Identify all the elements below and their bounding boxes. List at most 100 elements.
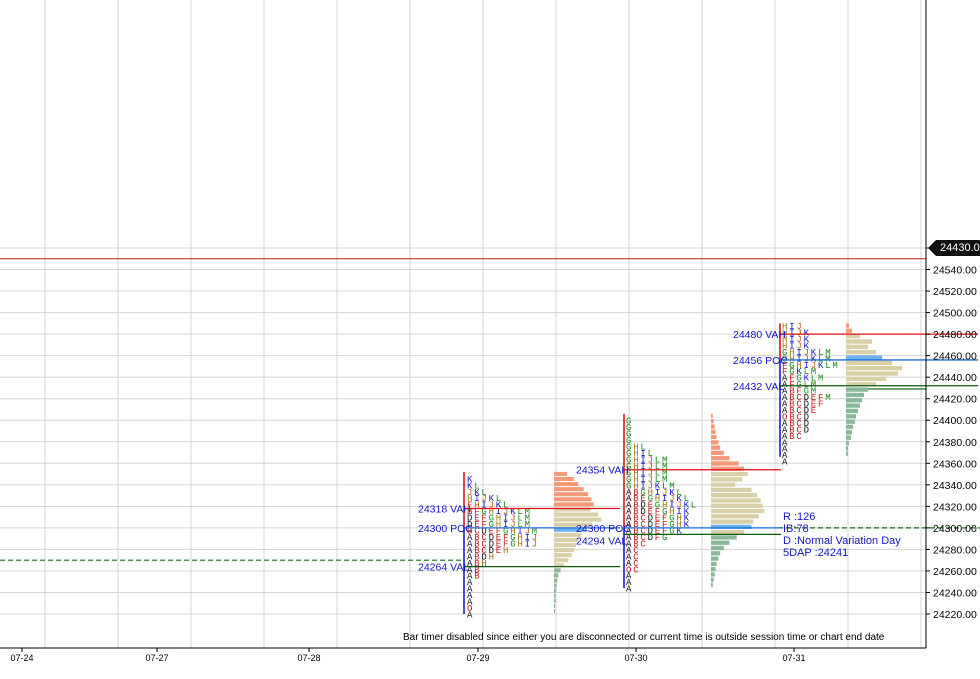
volume-bar (554, 593, 556, 598)
y-tick-label: 24220.00 (933, 609, 977, 621)
volume-bar (554, 558, 569, 563)
volume-bar (554, 517, 602, 522)
volume-bar (554, 482, 579, 487)
volume-bar (554, 583, 557, 588)
tpo-letter: I (525, 539, 530, 549)
volume-bar (846, 366, 902, 371)
tpo-letter: D (804, 425, 809, 435)
volume-bar (711, 419, 714, 424)
y-tick-label: 24240.00 (933, 587, 977, 599)
volume-bar (554, 553, 572, 558)
volume-bar (711, 582, 713, 588)
tpo-letter: H (517, 539, 522, 549)
volume-bar (846, 355, 882, 360)
volume-bar (846, 323, 849, 328)
volume-bar (554, 548, 574, 553)
tpo-row: A (626, 585, 632, 595)
volume-bar (711, 477, 743, 482)
volume-bar (711, 519, 754, 524)
x-tick-label: 07-30 (624, 653, 647, 663)
volume-bar (554, 568, 561, 573)
val-label: 24432 VAL (733, 381, 784, 393)
volume-bar (711, 540, 730, 545)
volume-bar (554, 502, 594, 507)
volume-bar (846, 414, 856, 419)
volume-bar (846, 446, 848, 451)
tpo-letter: C (633, 565, 639, 575)
volume-bar (846, 435, 851, 440)
volume-bar (711, 514, 759, 519)
volume-bar (554, 608, 556, 613)
chart-canvas[interactable]: KK LJ K LH I J K LF H I J K LB F G H I J K L MD E F G H I J L MD E F G H… (0, 0, 980, 674)
volume-bar (846, 392, 864, 398)
volume-bar (554, 512, 598, 517)
y-tick-label: 24300.00 (933, 523, 977, 535)
volume-bar (711, 487, 752, 493)
volume-bar (554, 598, 556, 603)
poc-label: 24300 POC (418, 523, 473, 535)
axes: 24220.00 24240.00 24260.00 24280.00 24300.00… (0, 0, 977, 663)
tpo-letter: E (496, 546, 501, 556)
volume-bar (711, 567, 716, 572)
last-price-badge: 24430.00 (928, 240, 980, 256)
volume-bar (711, 482, 735, 487)
volume-bar (846, 376, 886, 382)
fivedap-stat: 5DAP :24241 (783, 547, 849, 559)
volume-bar (711, 413, 713, 419)
day-type-stat: D :Normal Variation Day (783, 535, 901, 547)
val-label: 24264 VAL (418, 562, 469, 574)
ib-stat: IB:78 (783, 523, 809, 535)
tpo-letter: M (818, 374, 823, 384)
volume-bar (554, 542, 576, 548)
market-profile-chart[interactable]: KKLJKLHIJKLFHIJKLBFGHIJKLMDEFGHIJLMDEFGH… (0, 0, 980, 674)
volume-bar (846, 350, 876, 355)
volume-bar (711, 424, 715, 429)
volume-bar (554, 588, 557, 593)
volume-bar (846, 387, 868, 392)
tpo-letter: C (640, 539, 646, 549)
tpo-letter: K (684, 520, 690, 530)
tpo-letter: H (503, 546, 508, 556)
volume-bar (711, 440, 719, 445)
volume-bar (554, 573, 559, 578)
volume-bar (711, 530, 745, 535)
tpo-letter: H (489, 552, 494, 562)
tpo-letter: F (818, 400, 823, 410)
volume-bar (846, 339, 872, 344)
profile-sessions: KK LJ K LH I J K LF H I J K LB F G H I J K L MD E F G H I J L MD E F G H… (418, 322, 978, 621)
volume-bar (554, 487, 584, 492)
volume-bar (711, 461, 739, 466)
range-stat: R :126 (783, 511, 816, 523)
y-tick-label: 24540.00 (933, 265, 977, 277)
y-tick-label: 24360.00 (933, 458, 977, 470)
x-tick-label: 07-28 (297, 653, 320, 663)
tpo-letter: E (811, 406, 816, 416)
y-tick-label: 24260.00 (933, 566, 977, 578)
volume-bar (711, 456, 730, 461)
tpo-letter: L (691, 501, 696, 511)
y-tick-label: 24520.00 (933, 286, 977, 298)
tpo-letter: M (832, 361, 837, 371)
vah-label: 24318 VAH (418, 504, 471, 516)
volume-bar (846, 403, 860, 408)
volume-bar (711, 450, 724, 456)
x-tick-label: 07-31 (782, 653, 805, 663)
poc-label: 24456 POC (733, 355, 788, 367)
volume-bar (846, 424, 853, 430)
volume-bar (711, 434, 717, 440)
vah-label: 24354 VAH (576, 465, 629, 477)
volume-bar (711, 503, 763, 508)
volume-bar (711, 545, 724, 551)
y-tick-label: 24320.00 (933, 501, 977, 513)
volume-bar (554, 497, 592, 502)
profile-stats: R :126 IB:78 D :Normal Variation Day 5DA… (783, 511, 901, 559)
volume-bar (846, 371, 898, 376)
tpo-letter: A (467, 611, 473, 621)
volume-bar (711, 572, 715, 577)
volume-bar (554, 537, 579, 542)
y-tick-label: 24400.00 (933, 415, 977, 427)
y-tick-label: 24480.00 (933, 329, 977, 341)
volume-bar (711, 471, 748, 477)
y-tick-label: 24440.00 (933, 372, 977, 384)
volume-bar (554, 476, 574, 482)
